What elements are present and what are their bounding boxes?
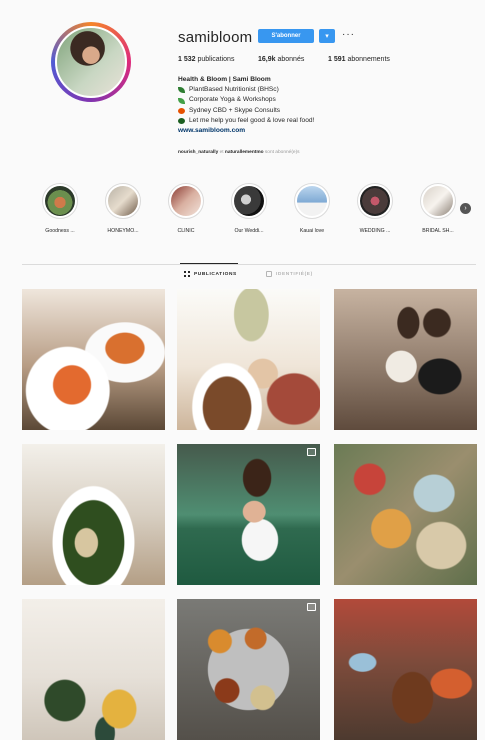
story-highlight[interactable]: BRIDAL SH... bbox=[408, 183, 468, 234]
profile-stats: 1 532 publications 16,9k abonnés 1 591 a… bbox=[178, 56, 390, 63]
story-cover bbox=[423, 186, 453, 216]
bio-line: PlantBased Nutritionist (BHSc) bbox=[178, 85, 448, 95]
leaf-icon bbox=[178, 97, 185, 104]
post-thumbnail[interactable] bbox=[334, 444, 477, 585]
post-thumbnail[interactable] bbox=[177, 599, 320, 740]
instagram-profile-page: samibloom S'abonner ▾ ··· 1 532 publicat… bbox=[0, 0, 485, 740]
bio-name: Health & Bloom | Sami Bloom bbox=[178, 76, 271, 83]
story-cover bbox=[171, 186, 201, 216]
post-thumbnail[interactable] bbox=[22, 599, 165, 740]
bio-website-link[interactable]: www.samibloom.com bbox=[178, 126, 448, 136]
followed-by-text[interactable]: nourish_naturally et naturallementmo son… bbox=[178, 150, 300, 155]
story-label: WEDDING ... bbox=[359, 228, 391, 234]
story-highlight[interactable]: Our Weddi... bbox=[219, 183, 279, 234]
post-thumbnail[interactable] bbox=[177, 444, 320, 585]
post-thumbnail[interactable] bbox=[334, 599, 477, 740]
tabs-divider bbox=[22, 264, 476, 265]
tab-publications[interactable]: PUBLICATIONS bbox=[184, 271, 237, 277]
chevron-right-icon: › bbox=[464, 205, 467, 212]
leaf-icon bbox=[178, 87, 185, 94]
profile-username: samibloom bbox=[178, 29, 253, 46]
story-label: Kauai love bbox=[299, 228, 325, 234]
story-highlight[interactable]: HONEYMO... bbox=[93, 183, 153, 234]
avatar[interactable] bbox=[55, 26, 127, 98]
follow-button[interactable]: S'abonner bbox=[258, 29, 314, 43]
story-cover bbox=[45, 186, 75, 216]
tab-identified-label: IDENTIFIÉ(E) bbox=[276, 271, 313, 277]
broccoli-icon bbox=[178, 117, 185, 124]
story-label: CLINIC bbox=[177, 228, 195, 234]
tag-icon bbox=[266, 271, 272, 277]
story-label: Goodness ... bbox=[45, 228, 75, 234]
stat-posts: 1 532 publications bbox=[178, 56, 235, 63]
active-tab-indicator bbox=[180, 263, 238, 264]
multi-photo-icon bbox=[307, 448, 316, 456]
more-options-button[interactable]: ··· bbox=[342, 29, 355, 41]
story-highlight[interactable]: Goodness ... bbox=[30, 183, 90, 234]
plant-icon bbox=[178, 107, 185, 114]
stat-following[interactable]: 1 591 abonnements bbox=[328, 56, 390, 63]
stories-next-button[interactable]: › bbox=[460, 203, 471, 214]
multi-photo-icon bbox=[307, 603, 316, 611]
post-thumbnail[interactable] bbox=[177, 289, 320, 430]
tab-identified[interactable]: IDENTIFIÉ(E) bbox=[266, 271, 313, 277]
stat-followers[interactable]: 16,9k abonnés bbox=[258, 56, 328, 63]
post-thumbnail[interactable] bbox=[334, 289, 477, 430]
suggestions-dropdown-button[interactable]: ▾ bbox=[319, 29, 335, 43]
profile-bio: Health & Bloom | Sami Bloom PlantBased N… bbox=[178, 75, 448, 136]
bio-line: Let me help you feel good & love real fo… bbox=[178, 116, 448, 126]
tab-publications-label: PUBLICATIONS bbox=[194, 271, 237, 277]
bio-line: Corporate Yoga & Workshops bbox=[178, 95, 448, 105]
story-highlight[interactable]: Kauai love bbox=[282, 183, 342, 234]
post-thumbnail[interactable] bbox=[22, 289, 165, 430]
story-cover bbox=[297, 186, 327, 216]
caret-down-icon: ▾ bbox=[325, 33, 329, 40]
story-cover bbox=[234, 186, 264, 216]
grid-icon bbox=[184, 271, 190, 277]
story-label: HONEYMO... bbox=[107, 228, 139, 234]
story-highlight[interactable]: WEDDING ... bbox=[345, 183, 405, 234]
story-label: Our Weddi... bbox=[234, 228, 264, 234]
story-cover bbox=[360, 186, 390, 216]
story-cover bbox=[108, 186, 138, 216]
story-highlight[interactable]: CLINIC bbox=[156, 183, 216, 234]
story-label: BRIDAL SH... bbox=[422, 228, 454, 234]
bio-line: Sydney CBD + Skype Consults bbox=[178, 106, 448, 116]
post-thumbnail[interactable] bbox=[22, 444, 165, 585]
